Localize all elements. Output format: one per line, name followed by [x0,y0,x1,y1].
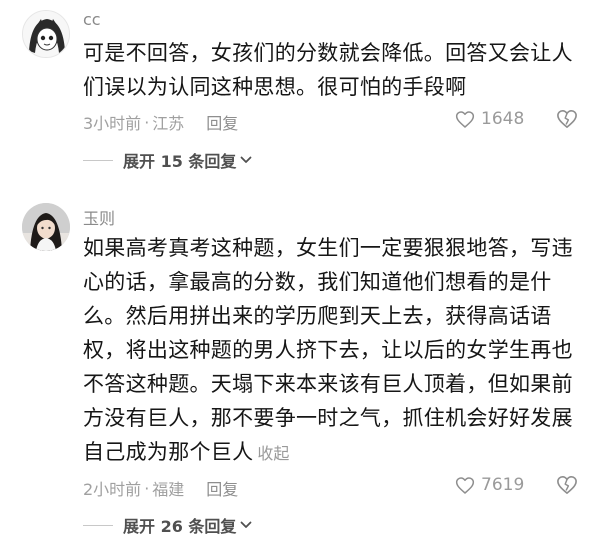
divider-line [83,524,113,526]
expand-replies-button[interactable]: 展开 26 条回复 [83,513,252,537]
broken-heart-icon [557,476,577,494]
comment-text: 可是不回答，女孩们的分数就会降低。回答又会让人们误以为认同这种思想。很可怕的手段… [83,41,573,99]
meta-separator: · [144,112,150,132]
timestamp: 2小时前 [83,480,142,499]
like-count: 7619 [481,475,525,495]
comment-2: 玉则 如果高考真考这种题，女生们一定要狠狠地答，写违心的话，拿最高的分数，我们知… [0,195,600,548]
location: 江苏 [152,114,185,133]
collapse-button[interactable]: 收起 [257,444,289,463]
broken-heart-icon [557,110,577,128]
timestamp: 3小时前 [83,114,142,133]
comment-text: 如果高考真考这种题，女生们一定要狠狠地答，写违心的话，拿最高的分数，我们知道他们… [83,231,583,471]
like-button[interactable]: 7619 [455,475,524,495]
expand-replies-button[interactable]: 展开 15 条回复 [83,148,252,172]
heart-icon [455,110,475,128]
like-button[interactable]: 1648 [455,109,524,129]
comment-meta: 3小时前 · 江苏 回复 [83,110,238,134]
divider-line [83,159,113,161]
heart-icon [455,476,475,494]
comment-meta: 2小时前 · 福建 回复 [83,476,238,500]
username[interactable]: 玉则 [83,205,115,229]
dislike-button[interactable] [556,475,578,499]
avatar[interactable] [22,10,70,58]
chevron-down-icon [241,521,252,528]
expand-replies-label: 展开 15 条回复 [123,152,237,171]
anime-girl-avatar-icon [23,11,69,57]
comment-1: cc 可是不回答，女孩们的分数就会降低。回答又会让人们误以为认同这种思想。很可怕… [0,0,600,175]
location: 福建 [152,480,185,499]
meta-separator: · [144,478,150,498]
reply-button[interactable]: 回复 [206,476,238,500]
like-count: 1648 [481,109,525,129]
photo-avatar-icon [22,203,70,251]
chevron-down-icon [241,156,252,163]
dislike-button[interactable] [556,109,578,133]
comment-text-content: 如果高考真考这种题，女生们一定要狠狠地答，写违心的话，拿最高的分数，我们知道他们… [83,236,573,464]
expand-replies-label: 展开 26 条回复 [123,517,237,536]
avatar[interactable] [22,203,70,251]
reply-button[interactable]: 回复 [206,110,238,134]
username[interactable]: cc [83,10,101,29]
